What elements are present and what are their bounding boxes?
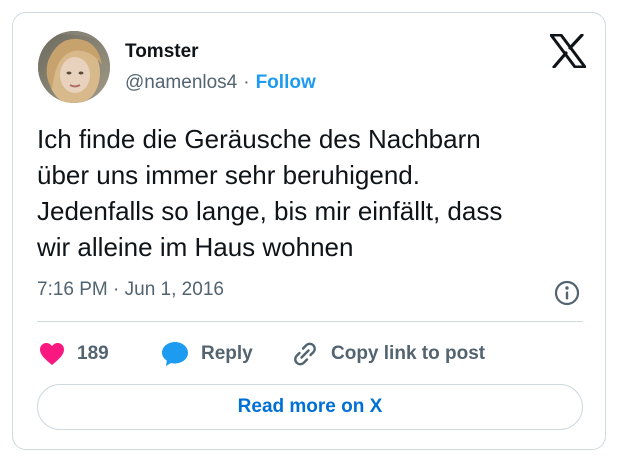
post-text: Ich finde die Geräusche des Nachbarn übe…	[37, 124, 503, 262]
author-handle[interactable]: @namenlos4	[125, 72, 237, 93]
like-count: 189	[77, 343, 109, 364]
author-handle-row: @namenlos4 · Follow	[125, 72, 316, 94]
author-display-name[interactable]: Tomster	[125, 41, 199, 63]
reply-label: Reply	[201, 343, 253, 364]
post-timestamp[interactable]: 7:16 PM · Jun 1, 2016	[37, 279, 224, 301]
divider	[37, 321, 583, 322]
speech-bubble-icon	[162, 342, 188, 366]
copy-link-label: Copy link to post	[331, 343, 486, 364]
link-icon	[294, 342, 316, 366]
embedded-post-card: Tomster @namenlos4 · Follow Ich finde die …	[12, 12, 606, 450]
heart-icon	[40, 343, 64, 365]
copy-link-button[interactable]: Copy link to post	[291, 339, 485, 369]
follow-link[interactable]: Follow	[256, 72, 316, 93]
separator-dot: ·	[243, 72, 250, 93]
avatar[interactable]	[38, 31, 110, 103]
avatar-photo	[38, 31, 110, 103]
read-more-button[interactable]: Read more on X	[37, 384, 583, 430]
info-icon[interactable]	[554, 280, 580, 306]
x-logo-icon[interactable]	[549, 33, 587, 69]
like-button[interactable]: 189	[39, 339, 109, 369]
reply-button[interactable]: Reply	[161, 339, 253, 369]
